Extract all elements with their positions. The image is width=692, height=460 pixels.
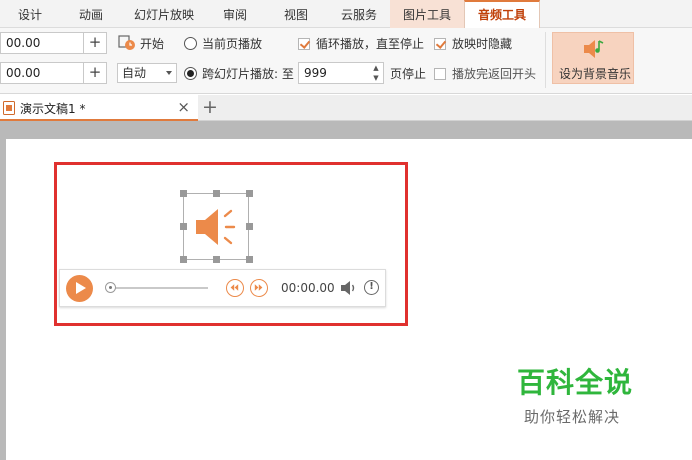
loop-label: 循环播放，直至停止 xyxy=(316,37,425,51)
document-tab-name: 演示文稿1 * xyxy=(20,102,86,116)
rewind-label: 播放完返回开头 xyxy=(452,67,537,81)
music-speaker-icon xyxy=(581,37,607,64)
tab-design[interactable]: 设计 xyxy=(0,0,60,28)
hide-label: 放映时隐藏 xyxy=(452,37,513,51)
progress-knob[interactable] xyxy=(105,282,116,293)
forward-icon xyxy=(254,284,263,291)
tab-slideshow[interactable]: 幻灯片放映 xyxy=(122,0,206,28)
rewind-icon xyxy=(230,284,239,291)
close-icon[interactable]: × xyxy=(177,98,190,116)
tab-review[interactable]: 审阅 xyxy=(206,0,264,28)
resize-handle[interactable] xyxy=(246,190,253,197)
hide-checkbox[interactable] xyxy=(434,38,446,50)
resize-handle[interactable] xyxy=(213,190,220,197)
document-tab[interactable]: 演示文稿1 * × xyxy=(0,95,198,121)
set-bg-music-button[interactable]: 设为背景音乐 xyxy=(552,32,634,84)
volume-plus-button[interactable]: + xyxy=(83,32,107,54)
forward-button[interactable] xyxy=(250,279,268,297)
fade-input[interactable]: 00.00 xyxy=(0,62,84,84)
ppt-file-icon xyxy=(3,101,16,118)
toolbar-divider xyxy=(545,32,546,88)
playback-time: 00:00.00 xyxy=(281,281,335,295)
watermark-title: 百科全说 xyxy=(517,366,634,399)
tab-cloud-service[interactable]: 云服务 xyxy=(328,0,390,28)
resize-handle[interactable] xyxy=(246,223,253,230)
resize-handle[interactable] xyxy=(180,223,187,230)
volume-icon[interactable] xyxy=(340,280,358,299)
tab-audio-tools[interactable]: 音频工具 xyxy=(464,0,540,29)
start-clock-icon xyxy=(118,35,136,54)
volume-input[interactable]: 00.00 xyxy=(0,32,84,54)
current-page-radio[interactable] xyxy=(184,37,197,50)
tab-animation[interactable]: 动画 xyxy=(60,0,122,28)
audio-player: 00:00.00 ! xyxy=(59,269,386,307)
document-tab-bar: 演示文稿1 * × + xyxy=(0,95,692,121)
start-mode-select[interactable]: 自动 xyxy=(117,63,177,83)
tab-picture-tools[interactable]: 图片工具 xyxy=(390,0,464,28)
set-bg-music-label: 设为背景音乐 xyxy=(559,67,632,81)
page-stop-label: 页停止 xyxy=(390,67,427,81)
resize-handle[interactable] xyxy=(246,256,253,263)
current-page-label: 当前页播放 xyxy=(202,37,263,51)
rewind-button[interactable] xyxy=(226,279,244,297)
new-tab-button[interactable]: + xyxy=(202,96,218,118)
speaker-icon xyxy=(194,206,240,251)
watermark-subtitle: 助你轻松解决 xyxy=(524,408,621,426)
cross-slide-label: 跨幻灯片播放: 至 xyxy=(202,67,294,81)
stop-page-spinner[interactable]: ▲ ▼ xyxy=(370,63,382,85)
spin-up-icon[interactable]: ▲ xyxy=(370,63,382,73)
play-button[interactable] xyxy=(66,275,93,302)
chevron-down-icon xyxy=(166,71,172,75)
start-mode-value: 自动 xyxy=(122,66,147,80)
cross-slide-radio[interactable] xyxy=(184,67,197,80)
audio-toolbar: 00.00 + 00.00 + 开始 自动 当前页播放 跨幻灯片播放: 至 99… xyxy=(0,28,692,94)
start-label: 开始 xyxy=(140,37,165,51)
loop-checkbox[interactable] xyxy=(298,38,310,50)
info-icon[interactable]: ! xyxy=(364,280,379,295)
ribbon-tabs: 设计 动画 幻灯片放映 审阅 视图 云服务 图片工具 音频工具 xyxy=(0,0,692,29)
resize-handle[interactable] xyxy=(180,256,187,263)
rewind-checkbox[interactable] xyxy=(434,68,446,80)
progress-track[interactable] xyxy=(107,287,208,289)
audio-object[interactable] xyxy=(183,193,249,260)
resize-handle[interactable] xyxy=(213,256,220,263)
resize-handle[interactable] xyxy=(180,190,187,197)
tab-view[interactable]: 视图 xyxy=(264,0,328,28)
fade-plus-button[interactable]: + xyxy=(83,62,107,84)
spin-down-icon[interactable]: ▼ xyxy=(370,73,382,83)
